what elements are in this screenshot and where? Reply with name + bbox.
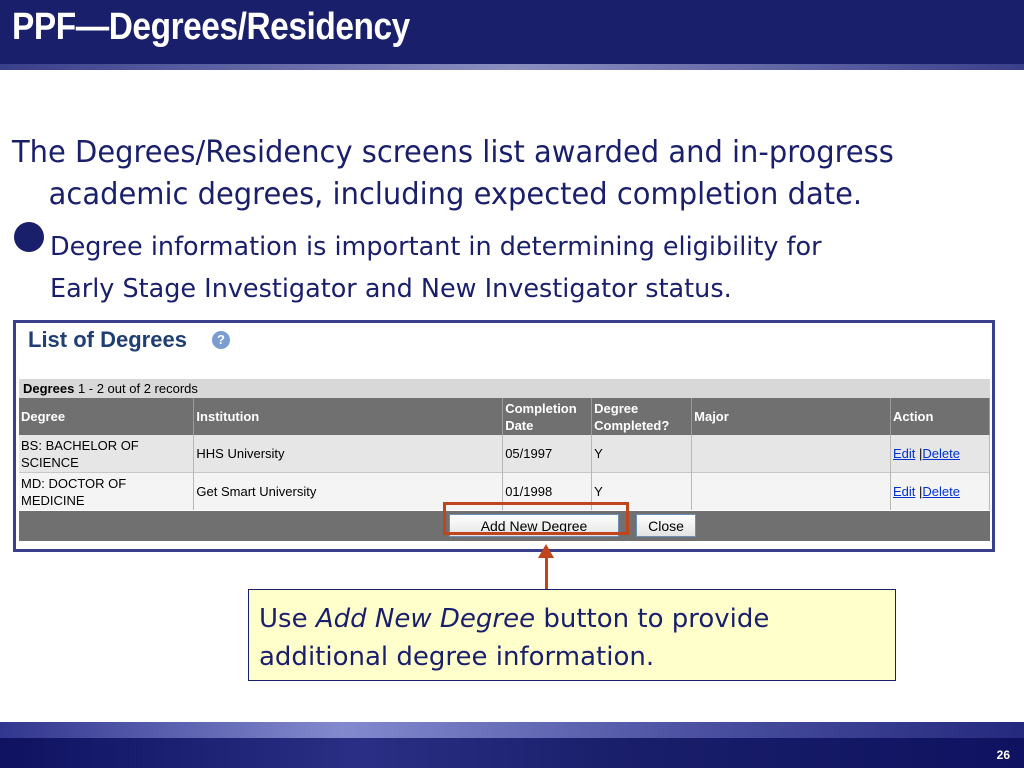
records-label: Degrees [23, 381, 75, 396]
screen-title: List of Degrees [28, 327, 187, 352]
bullet-paragraph: Degree information is important in deter… [50, 226, 991, 310]
slide-title: PPF—Degrees/Residency [12, 6, 410, 48]
close-button[interactable]: Close [636, 514, 696, 537]
delete-link[interactable]: Delete [922, 446, 960, 461]
callout-line-2: additional degree information. [259, 642, 655, 672]
table-header-row: Degree Institution Completion Date Degre… [19, 398, 990, 435]
lead-paragraph: The Degrees/Residency screens list award… [12, 132, 977, 216]
help-icon[interactable]: ? [212, 331, 230, 349]
bullet-line-2: Early Stage Investigator and New Investi… [50, 274, 732, 304]
footer-rule [0, 722, 1024, 738]
institution-cell: HHS University [193, 435, 504, 473]
column-header-action: Action [890, 398, 990, 435]
major-cell [691, 472, 891, 510]
records-count: 1 - 2 out of 2 records [77, 381, 198, 396]
degree-cell: BS: BACHELOR OF SCIENCE [19, 435, 195, 473]
lead-line-1: The Degrees/Residency screens list award… [12, 135, 894, 170]
degree-completed-cell: Y [591, 435, 693, 473]
header-rule [0, 64, 1024, 70]
column-header-degree[interactable]: Degree [19, 398, 195, 435]
action-cell: Edit |Delete [890, 435, 990, 473]
add-button-highlight-box [443, 502, 629, 535]
column-header-degree-completed[interactable]: Degree Completed? [591, 398, 693, 435]
callout-box: Use Add New Degree button to provide add… [248, 589, 896, 681]
edit-link[interactable]: Edit [893, 446, 915, 461]
action-cell: Edit |Delete [890, 472, 990, 510]
major-cell [691, 435, 891, 473]
arrow-shaft [545, 558, 548, 590]
arrow-up-icon [538, 544, 554, 558]
column-header-major[interactable]: Major [691, 398, 891, 435]
delete-link[interactable]: Delete [922, 484, 960, 499]
edit-link[interactable]: Edit [893, 484, 915, 499]
records-bar: Degrees 1 - 2 out of 2 records [19, 379, 990, 398]
page-number: 26 [996, 748, 1010, 762]
table-row: BS: BACHELOR OF SCIENCE HHS University 0… [19, 435, 990, 473]
column-header-completion-date[interactable]: Completion Date [502, 398, 593, 435]
bullet-line-1: Degree information is important in deter… [50, 232, 822, 262]
lead-line-2: academic degrees, including expected com… [48, 177, 863, 212]
callout-emphasis: Add New Degree [315, 604, 536, 634]
callout-line-1: Use Add New Degree button to provide [259, 604, 770, 634]
column-header-institution[interactable]: Institution [193, 398, 504, 435]
degrees-table: Degree Institution Completion Date Degre… [19, 398, 990, 510]
degree-cell: MD: DOCTOR OF MEDICINE [19, 472, 195, 510]
completion-date-cell: 05/1997 [502, 435, 593, 473]
bullet-dot-icon [14, 222, 44, 252]
